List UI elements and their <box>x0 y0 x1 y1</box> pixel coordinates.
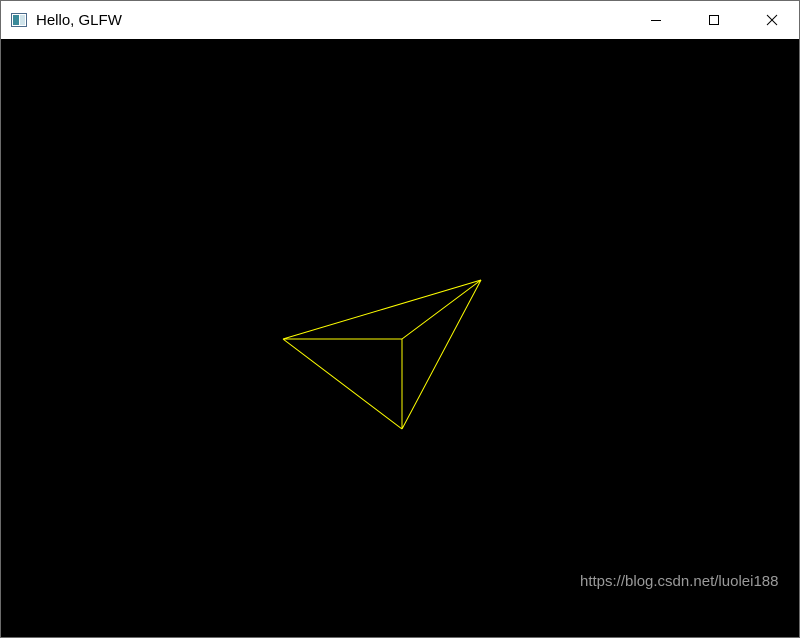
wireframe-edge <box>401 279 482 340</box>
wireframe-edge <box>282 338 403 430</box>
wireframe-edge <box>401 279 482 430</box>
title-bar[interactable]: Hello, GLFW <box>1 1 799 39</box>
watermark-url: https://blog.csdn.net/luolei188 <box>580 573 779 590</box>
maximize-button[interactable] <box>691 1 737 39</box>
minimize-icon <box>651 20 661 21</box>
wireframe-edge <box>282 279 482 340</box>
pyramid-wireframe <box>282 279 482 430</box>
window-title: Hello, GLFW <box>36 12 122 29</box>
close-button[interactable] <box>749 1 795 39</box>
maximize-icon <box>709 15 719 25</box>
minimize-button[interactable] <box>633 1 679 39</box>
glfw-window-icon <box>11 13 27 27</box>
opengl-viewport[interactable] <box>1 39 799 637</box>
close-icon <box>766 14 778 26</box>
glfw-window: Hello, GLFW https://blog.csdn.net/luolei… <box>0 0 800 638</box>
